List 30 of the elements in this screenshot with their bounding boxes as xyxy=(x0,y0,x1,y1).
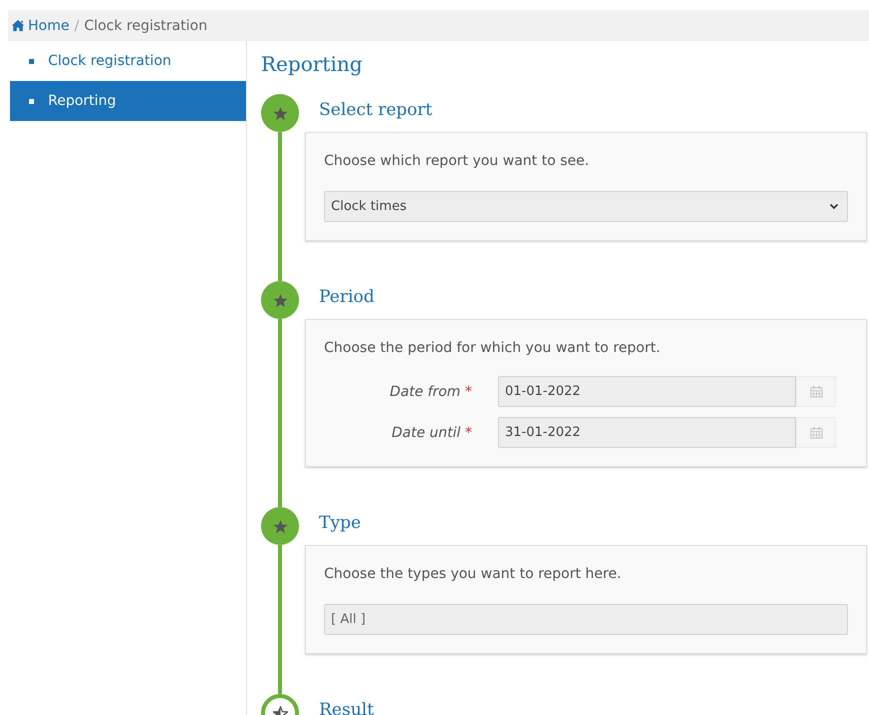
calendar-icon xyxy=(810,426,822,439)
breadcrumb-current: Clock registration xyxy=(84,18,208,34)
field-label: Date from * xyxy=(388,384,473,400)
date-field[interactable]: 01-01-2022 xyxy=(498,376,796,407)
report-dropdown[interactable]: Clock times xyxy=(324,191,848,222)
step-description: Choose the types you want to report here. xyxy=(324,566,622,582)
calendar-icon xyxy=(810,385,822,398)
sidebar-item[interactable]: Reporting xyxy=(10,81,246,121)
bullet-icon xyxy=(29,98,34,104)
star-icon xyxy=(272,292,288,308)
step-description: Choose which report you want to see. xyxy=(324,153,590,169)
sidebar-item[interactable]: Clock registration xyxy=(10,41,246,81)
step-description: Choose the period for which you want to report. xyxy=(324,340,662,356)
home-icon xyxy=(11,19,25,32)
step-title: Period xyxy=(319,287,376,307)
bullet-icon xyxy=(29,58,34,64)
page-title: Reporting xyxy=(261,52,364,76)
star-icon xyxy=(272,106,288,120)
date-field[interactable]: 31-01-2022 xyxy=(498,417,796,448)
star-icon xyxy=(272,518,288,534)
step-title: Select report xyxy=(319,100,434,120)
calendar-button[interactable] xyxy=(796,376,836,407)
home-link[interactable]: Home xyxy=(11,18,70,34)
type-selector[interactable]: [ All ] xyxy=(324,604,848,635)
breadcrumb-separator: / xyxy=(74,18,80,34)
field-label: Date until * xyxy=(390,424,473,440)
step-title: Result xyxy=(319,700,375,715)
chevron-down-icon xyxy=(829,203,839,210)
step-title: Type xyxy=(319,513,362,533)
calendar-button[interactable] xyxy=(796,417,836,448)
